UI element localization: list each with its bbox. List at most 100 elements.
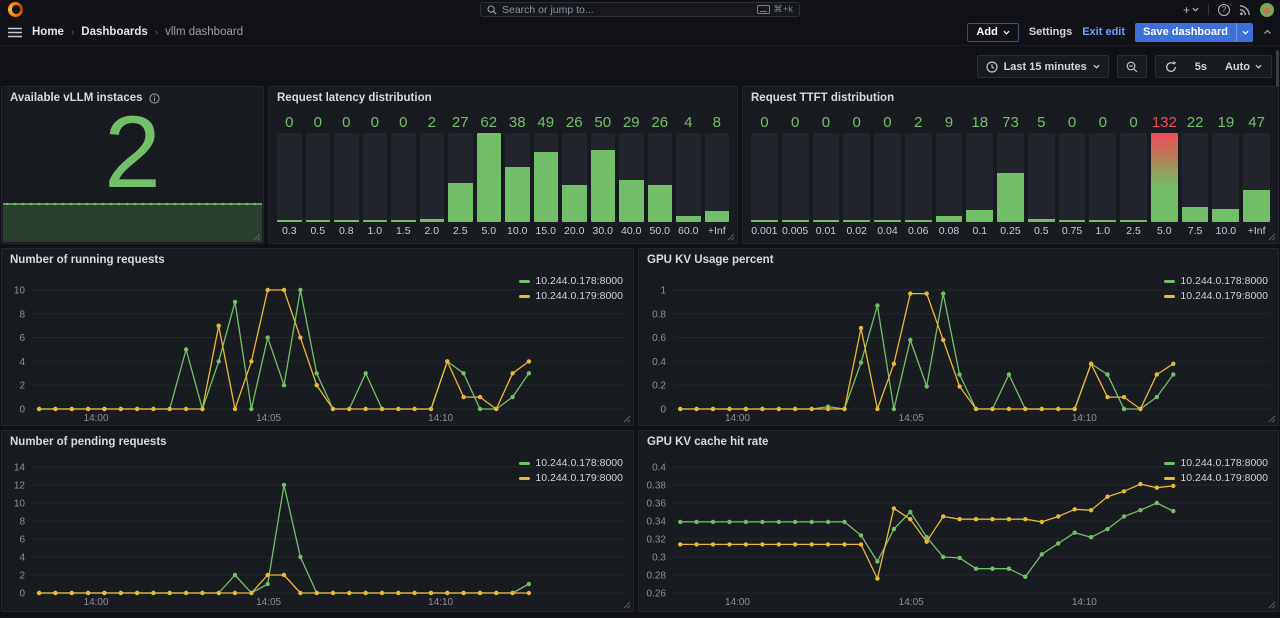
- histogram-column[interactable]: 00.8: [334, 111, 359, 238]
- bar-value-label: 19: [1212, 111, 1239, 133]
- histogram-column[interactable]: 00.04: [874, 111, 901, 238]
- news-icon[interactable]: [1239, 4, 1251, 16]
- mega-menu-icon[interactable]: [8, 27, 22, 38]
- bar-value-label: 0: [306, 111, 331, 133]
- exit-edit-button[interactable]: Exit edit: [1082, 26, 1125, 38]
- legend-item[interactable]: 10.244.0.178:8000: [1164, 275, 1268, 287]
- histogram-column[interactable]: 00.5: [306, 111, 331, 238]
- panel-title-pending-requests[interactable]: Number of pending requests: [10, 436, 167, 448]
- y-axis-tick-label: 0.6: [652, 333, 666, 344]
- histogram-column[interactable]: 02.5: [1120, 111, 1147, 238]
- help-icon[interactable]: ?: [1218, 4, 1230, 16]
- histogram-column[interactable]: 4915.0: [534, 111, 559, 238]
- histogram-column[interactable]: 1325.0: [1151, 111, 1178, 238]
- histogram-column[interactable]: 00.005: [782, 111, 809, 238]
- histogram-column[interactable]: 20.06: [905, 111, 932, 238]
- search-input[interactable]: [502, 4, 752, 16]
- search-shortcut: ⌘+k: [757, 4, 793, 15]
- time-range-picker[interactable]: Last 15 minutes: [977, 55, 1109, 78]
- auto-refresh-dropdown[interactable]: Auto: [1216, 56, 1271, 77]
- histogram-column[interactable]: 3810.0: [505, 111, 530, 238]
- histogram-column[interactable]: 1910.0: [1212, 111, 1239, 238]
- panel-resize-handle[interactable]: [623, 601, 631, 609]
- histogram-column[interactable]: 47+Inf: [1243, 111, 1270, 238]
- search-box[interactable]: ⌘+k: [480, 2, 800, 17]
- add-panel-button[interactable]: Add: [967, 23, 1018, 42]
- histogram-column[interactable]: 00.75: [1059, 111, 1086, 238]
- histogram-column[interactable]: 730.25: [997, 111, 1024, 238]
- data-point: [859, 326, 863, 330]
- data-point: [810, 520, 814, 524]
- histogram-column[interactable]: 227.5: [1182, 111, 1209, 238]
- histogram-column[interactable]: 01.0: [1089, 111, 1116, 238]
- histogram-column[interactable]: 625.0: [477, 111, 502, 238]
- save-dashboard-button[interactable]: Save dashboard: [1135, 23, 1253, 42]
- panel-title-request-latency[interactable]: Request latency distribution: [277, 92, 432, 104]
- series-line: [39, 290, 529, 409]
- add-new-button[interactable]: +: [1183, 4, 1199, 16]
- data-point: [941, 291, 945, 295]
- histogram-column[interactable]: 2620.0: [562, 111, 587, 238]
- legend-item[interactable]: 10.244.0.179:8000: [1164, 472, 1268, 484]
- panel-resize-handle[interactable]: [1268, 233, 1276, 241]
- data-point: [135, 407, 139, 411]
- panel-title-cache-hit-rate[interactable]: GPU KV cache hit rate: [647, 436, 768, 448]
- breadcrumb-home[interactable]: Home: [32, 26, 64, 38]
- save-dashboard-dropdown[interactable]: [1236, 23, 1253, 42]
- histogram-column[interactable]: 00.001: [751, 111, 778, 238]
- y-axis-tick-label: 4: [19, 357, 25, 368]
- histogram-column[interactable]: 00.3: [277, 111, 302, 238]
- panel-resize-handle[interactable]: [253, 233, 261, 241]
- legend-series-label: 10.244.0.178:8000: [1180, 457, 1268, 469]
- zoom-out-time-button[interactable]: [1117, 55, 1147, 78]
- histogram-column[interactable]: 01.5: [391, 111, 416, 238]
- bar-value-label: 0: [334, 111, 359, 133]
- user-avatar[interactable]: [1260, 3, 1274, 17]
- legend-item[interactable]: 10.244.0.178:8000: [1164, 457, 1268, 469]
- legend-item[interactable]: 10.244.0.178:8000: [519, 457, 623, 469]
- ttft-histogram[interactable]: 00.00100.00500.0100.0200.0420.0690.08180…: [751, 111, 1270, 238]
- histogram-column[interactable]: 22.0: [420, 111, 445, 238]
- bar-category-label: 0.08: [936, 222, 963, 238]
- info-icon[interactable]: [149, 93, 160, 104]
- latency-histogram[interactable]: 00.300.500.801.001.522.0272.5625.03810.0…: [277, 111, 729, 238]
- panel-resize-handle[interactable]: [1268, 415, 1276, 423]
- histogram-column[interactable]: 01.0: [363, 111, 388, 238]
- panel-title-request-ttft[interactable]: Request TTFT distribution: [751, 92, 894, 104]
- histogram-column[interactable]: 180.1: [966, 111, 993, 238]
- histogram-column[interactable]: 50.5: [1028, 111, 1055, 238]
- y-axis-tick-label: 0.8: [652, 309, 666, 320]
- histogram-column[interactable]: 90.08: [936, 111, 963, 238]
- series-line: [680, 294, 1173, 409]
- histogram-column[interactable]: 00.01: [813, 111, 840, 238]
- data-point: [711, 542, 715, 546]
- histogram-column[interactable]: 2940.0: [619, 111, 644, 238]
- panel-title-available-instances[interactable]: Available vLLM instaces: [10, 92, 160, 104]
- histogram-column[interactable]: 2650.0: [648, 111, 673, 238]
- settings-button[interactable]: Settings: [1029, 26, 1072, 38]
- panel-resize-handle[interactable]: [1268, 601, 1276, 609]
- histogram-column[interactable]: 00.02: [843, 111, 870, 238]
- data-point: [990, 517, 994, 521]
- histogram-column[interactable]: 5030.0: [591, 111, 616, 238]
- panel-title-kv-usage[interactable]: GPU KV Usage percent: [647, 254, 774, 266]
- grafana-logo-icon[interactable]: [8, 2, 23, 17]
- legend-item[interactable]: 10.244.0.179:8000: [519, 472, 623, 484]
- histogram-column[interactable]: 460.0: [676, 111, 701, 238]
- refresh-button[interactable]: [1156, 56, 1186, 77]
- data-point: [974, 567, 978, 571]
- panel-title-running-requests[interactable]: Number of running requests: [10, 254, 165, 266]
- panel-resize-handle[interactable]: [623, 415, 631, 423]
- legend-item[interactable]: 10.244.0.178:8000: [519, 275, 623, 287]
- histogram-bar: [813, 220, 840, 222]
- data-point: [990, 567, 994, 571]
- collapse-toolbar-icon[interactable]: [1263, 28, 1272, 36]
- histogram-column[interactable]: 272.5: [448, 111, 473, 238]
- legend-item[interactable]: 10.244.0.179:8000: [519, 290, 623, 302]
- breadcrumb-dashboards[interactable]: Dashboards: [81, 26, 147, 38]
- legend-item[interactable]: 10.244.0.179:8000: [1164, 290, 1268, 302]
- refresh-interval-label[interactable]: 5s: [1186, 56, 1216, 77]
- histogram-column[interactable]: 8+Inf: [705, 111, 730, 238]
- bar-value-label: 0: [874, 111, 901, 133]
- panel-resize-handle[interactable]: [727, 233, 735, 241]
